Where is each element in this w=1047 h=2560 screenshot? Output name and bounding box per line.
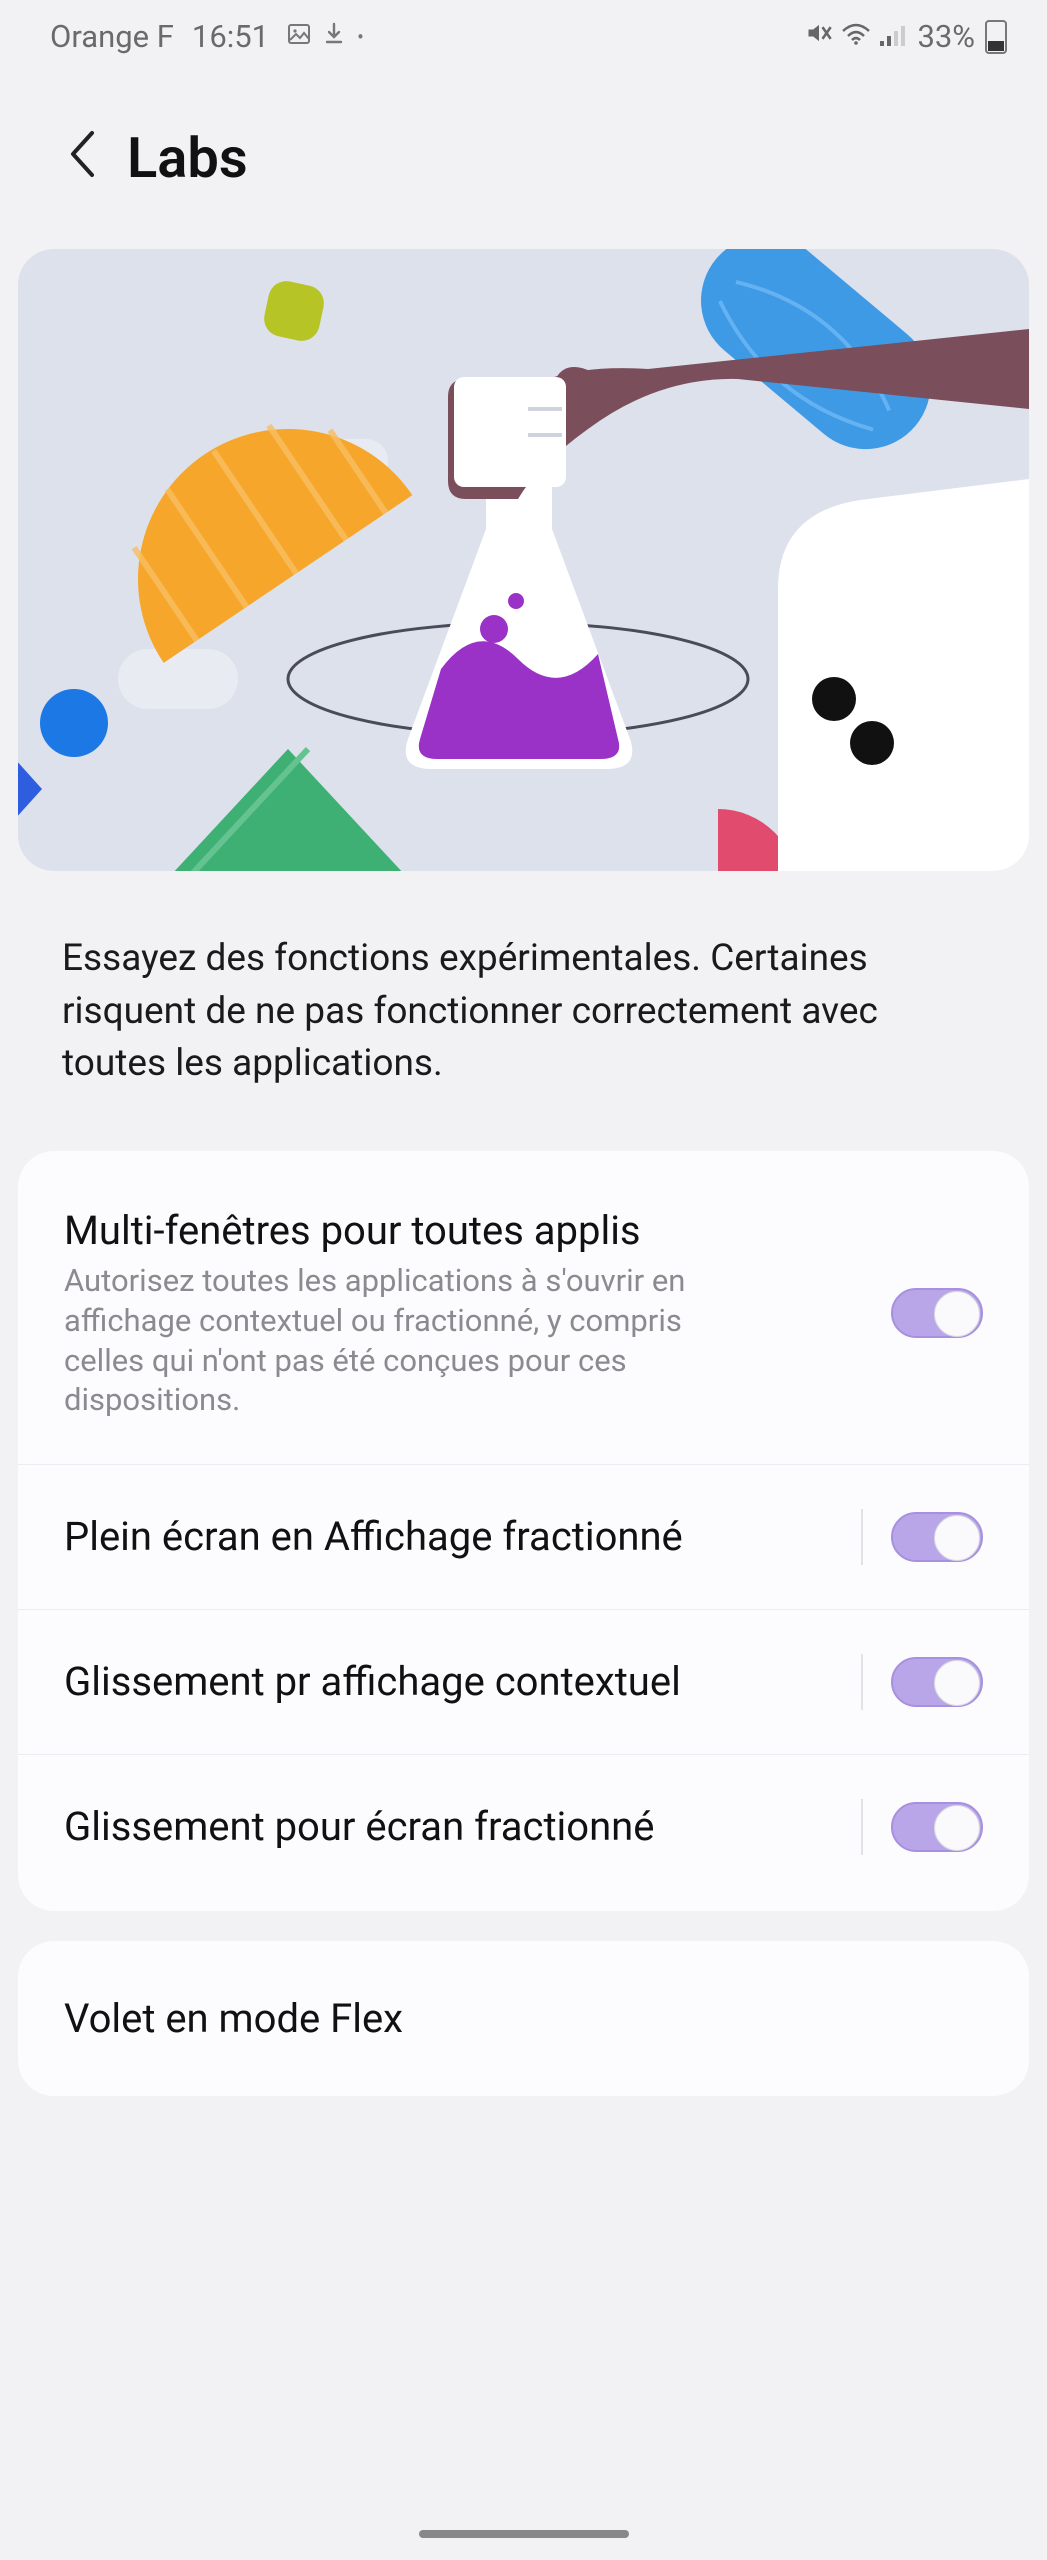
row-multi-window[interactable]: Multi-fenêtres pour toutes applis Autori… [18, 1151, 1029, 1465]
image-icon [287, 19, 311, 54]
battery-icon [985, 20, 1007, 54]
status-right: 33% [805, 18, 1007, 55]
flex-title: Volet en mode Flex [64, 1995, 983, 2042]
battery-percent: 33% [917, 18, 975, 55]
row-swipe-popup[interactable]: Glissement pr affichage contextuel [18, 1610, 1029, 1755]
row-divider [861, 1799, 863, 1855]
row-fullscreen-split[interactable]: Plein écran en Affichage fractionné [18, 1465, 1029, 1610]
flex-card[interactable]: Volet en mode Flex [18, 1941, 1029, 2096]
toggle-swipe-popup[interactable] [891, 1657, 983, 1707]
row-title: Glissement pr affichage contextuel [64, 1658, 831, 1707]
row-swipe-split[interactable]: Glissement pour écran fractionné [18, 1755, 1029, 1911]
toggle-swipe-split[interactable] [891, 1802, 983, 1852]
status-left: Orange F 16:51 • [50, 18, 364, 55]
row-divider [861, 1509, 863, 1565]
clock: 16:51 [192, 18, 269, 55]
status-left-icons: • [287, 19, 364, 54]
signal-icon [879, 18, 905, 55]
row-divider [861, 1654, 863, 1710]
intro-text: Essayez des fonctions expérimentales. Ce… [0, 871, 1047, 1151]
row-title: Multi-fenêtres pour toutes applis [64, 1207, 861, 1256]
hero-illustration [18, 249, 1029, 871]
row-subtitle: Autorisez toutes les applications à s'ou… [64, 1261, 704, 1420]
toggle-fullscreen-split[interactable] [891, 1512, 983, 1562]
carrier-label: Orange F [50, 18, 174, 55]
row-title: Plein écran en Affichage fractionné [64, 1513, 831, 1562]
wifi-icon [841, 18, 871, 55]
page-header: Labs [0, 65, 1047, 231]
toggle-multi-window[interactable] [891, 1288, 983, 1338]
settings-card: Multi-fenêtres pour toutes applis Autori… [18, 1151, 1029, 1911]
row-title: Glissement pour écran fractionné [64, 1803, 831, 1852]
back-button[interactable] [65, 127, 99, 190]
page-title: Labs [127, 125, 248, 191]
dot-icon: • [357, 25, 364, 49]
download-icon [323, 19, 345, 54]
mute-icon [805, 18, 833, 55]
home-indicator[interactable] [419, 2530, 629, 2538]
status-bar: Orange F 16:51 • 33% [0, 0, 1047, 65]
